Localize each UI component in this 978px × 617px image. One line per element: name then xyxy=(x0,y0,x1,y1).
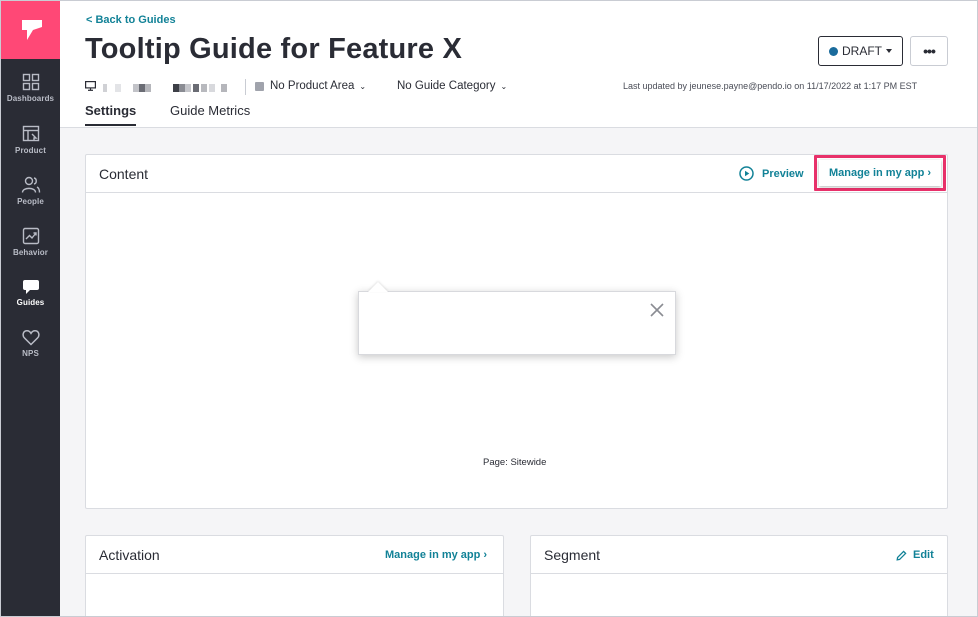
sidebar-item-label: People xyxy=(17,197,44,206)
activation-card: Activation xyxy=(85,535,504,616)
guide-category-label: No Guide Category xyxy=(397,80,496,92)
pencil-icon xyxy=(896,549,907,561)
pendo-logo-icon xyxy=(21,20,42,40)
sidebar-item-people[interactable]: People xyxy=(1,176,60,222)
sidebar-item-behavior[interactable]: Behavior xyxy=(1,227,60,273)
tooltip-pointer xyxy=(368,282,388,292)
status-dropdown-button[interactable]: DRAFT xyxy=(818,36,903,66)
status-dot xyxy=(829,46,838,56)
page-scope-label: Page: Sitewide xyxy=(483,457,547,468)
content-card-title: Content xyxy=(99,166,149,182)
activation-card-title: Activation xyxy=(99,547,160,563)
heart-icon xyxy=(21,330,40,346)
more-options-button[interactable]: ••• xyxy=(910,36,948,66)
segment-edit-button[interactable]: Edit xyxy=(896,549,934,561)
monitor-icon xyxy=(85,81,96,91)
meta-divider xyxy=(245,79,246,95)
manage-in-my-app-button[interactable]: Manage in my app › xyxy=(819,160,941,186)
sidebar: Dashboards Product People Behavior Guide… xyxy=(1,1,60,616)
last-updated-text: Last updated by jeunese.payne@pendo.io o… xyxy=(623,81,918,91)
preview-button[interactable]: Preview xyxy=(739,166,804,181)
app-window: Dashboards Product People Behavior Guide… xyxy=(0,0,978,617)
activation-manage-in-my-app-link[interactable]: Manage in my app › xyxy=(385,549,487,561)
guide-category-dropdown[interactable]: No Guide Category ⌄ xyxy=(397,80,507,92)
segment-card-title: Segment xyxy=(544,547,601,563)
sidebar-item-guides[interactable]: Guides xyxy=(1,279,60,325)
sidebar-item-label: Dashboards xyxy=(6,94,55,103)
sidebar-item-dashboards[interactable]: Dashboards xyxy=(1,73,60,119)
preview-label: Preview xyxy=(762,167,804,180)
sidebar-item-label: Behavior xyxy=(12,248,49,257)
tab-settings[interactable]: Settings xyxy=(85,103,137,126)
product-window-icon xyxy=(22,125,39,142)
close-icon[interactable] xyxy=(649,302,665,318)
sidebar-item-nps[interactable]: NPS xyxy=(1,329,60,375)
back-to-guides-link[interactable]: < Back to Guides xyxy=(86,14,176,26)
people-icon xyxy=(21,176,40,193)
pendo-logo[interactable] xyxy=(1,1,60,59)
edit-label: Edit xyxy=(913,549,934,561)
tab-guide-metrics[interactable]: Guide Metrics xyxy=(170,103,250,124)
grid-icon xyxy=(22,73,39,91)
chevron-down-icon: ⌄ xyxy=(500,82,508,91)
product-area-swatch xyxy=(255,82,264,91)
speech-bubble-icon xyxy=(22,280,39,294)
tooltip-preview xyxy=(358,291,676,355)
sidebar-item-label: NPS xyxy=(22,349,39,358)
caret-down-icon xyxy=(886,49,892,53)
play-circle-icon xyxy=(739,166,754,181)
product-area-label: No Product Area xyxy=(270,80,355,92)
chevron-down-icon: ⌄ xyxy=(359,82,367,91)
trend-chart-icon xyxy=(22,227,39,245)
sidebar-item-label: Guides xyxy=(16,298,45,307)
redacted-app-id xyxy=(173,83,233,92)
segment-card-header: Segment xyxy=(531,536,947,574)
redacted-app-name xyxy=(103,83,155,92)
sidebar-item-label: Product xyxy=(15,146,46,155)
sidebar-item-product[interactable]: Product xyxy=(1,125,60,171)
segment-card: Segment xyxy=(530,535,948,616)
page-title: Tooltip Guide for Feature X xyxy=(85,33,463,65)
product-area-dropdown[interactable]: No Product Area ⌄ xyxy=(270,80,366,92)
status-label: DRAFT xyxy=(842,44,882,58)
